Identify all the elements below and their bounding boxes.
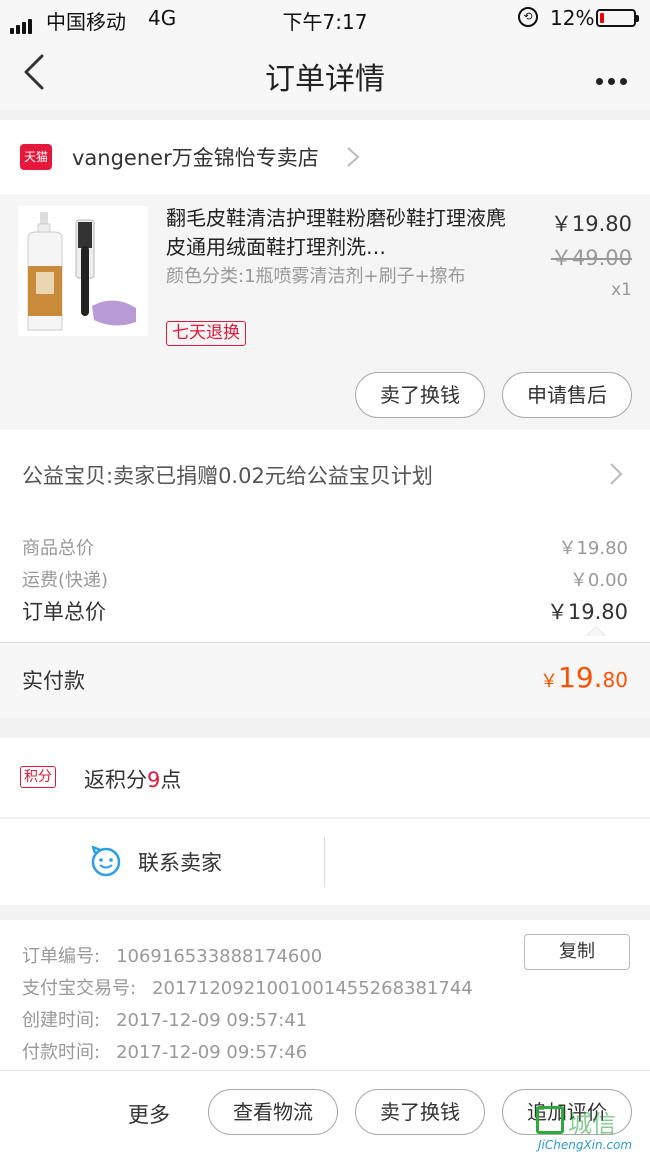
battery-percent: 12% [550,6,595,30]
chevron-right-icon [347,147,360,167]
product-image[interactable] [18,206,148,336]
order-total-value: ￥19.80 [546,600,628,624]
watermark-text: 城信 [568,1110,616,1138]
apply-aftersale-button[interactable]: 申请售后 [502,372,632,418]
chevron-right-icon [610,463,623,485]
product-title[interactable]: 翻毛皮鞋清洁护理鞋粉磨砂鞋打理液麂皮通用绒面鞋打理剂洗… [166,204,506,262]
rotation-lock-icon: ⟲ [518,7,538,27]
order-number-line: 订单编号: 106916533888174600 [22,942,322,968]
shipping-value: ￥0.00 [569,570,628,591]
order-number-label: 订单编号: [22,946,101,967]
goods-total-label: 商品总价 [22,538,94,559]
product-price: ￥19.80 [550,212,632,236]
view-logistics-button[interactable]: 查看物流 [208,1089,338,1135]
divider [324,837,325,887]
order-info: 订单编号: 106916533888174600 复制 支付宝交易号: 201712… [0,920,650,1070]
sell-for-cash-button[interactable]: 卖了换钱 [355,372,485,418]
product-image-graphic [27,212,136,331]
copy-button[interactable]: 复制 [524,934,630,970]
status-bar: 中国移动 4G 下午7:17 ⟲ 12% [0,0,650,36]
goods-total-value: ￥19.80 [558,538,628,559]
payment-integer: 19. [558,661,603,694]
watermark: 城信 JiChengXin.com [532,1104,650,1156]
battery-icon [596,9,639,27]
alipay-number-label: 支付宝交易号: [22,978,137,999]
contact-seller-label: 联系卖家 [138,851,222,875]
points-badge: 积分 [20,766,56,788]
alipay-number-value: 2017120921001001455268381744 [152,978,473,999]
original-price: ￥49.00 [550,246,632,270]
page-title: 订单详情 [265,62,385,97]
created-time-label: 创建时间: [22,1010,101,1031]
product-spec: 颜色分类:1瓶喷雾清洁剂+刷子+擦布 [166,266,466,287]
nav-bar: 订单详情 [0,36,650,110]
price-summary: 商品总价 ￥19.80 运费(快递) ￥0.00 订单总价 ￥19.80 [0,518,650,642]
points-row: 积分 返积分9点 [0,738,650,818]
return-policy-badge: 七天退换 [166,321,246,346]
sell-for-cash-button-bottom[interactable]: 卖了换钱 [355,1089,485,1135]
points-prefix: 返积分 [84,768,147,792]
shipping-label: 运费(快递) [22,570,109,591]
chat-face-icon [91,845,121,877]
watermark-logo-icon [536,1106,564,1134]
actual-payment-row: 实付款 ￥19.80 [0,642,650,718]
payment-currency: ￥ [540,671,559,692]
points-number: 9 [147,768,161,792]
order-total-label: 订单总价 [22,600,106,624]
order-number-value: 106916533888174600 [116,946,323,967]
actual-payment-label: 实付款 [22,669,85,693]
created-time-line: 创建时间: 2017-12-09 09:57:41 [22,1006,307,1032]
charity-text: 公益宝贝:卖家已捐赠0.02元给公益宝贝计划 [22,464,433,488]
more-dots-icon [596,70,632,89]
more-menu-button[interactable] [590,56,636,92]
alipay-number-line: 支付宝交易号: 2017120921001001455268381744 [22,974,473,1000]
points-suffix: 点 [160,768,182,792]
payment-decimal: 80 [602,668,628,692]
shop-row[interactable]: 天猫 vangener万金锦怡专卖店 [0,120,650,194]
created-time-value: 2017-12-09 09:57:41 [116,1010,308,1031]
paid-time-label: 付款时间: [22,1042,101,1063]
product-item[interactable]: 翻毛皮鞋清洁护理鞋粉磨砂鞋打理液麂皮通用绒面鞋打理剂洗… 颜色分类:1瓶喷雾清洁… [0,194,650,430]
contact-row: 联系卖家 [0,819,650,905]
paid-time-value: 2017-12-09 09:57:46 [116,1042,308,1063]
caret-pointer [586,626,606,636]
product-quantity: x1 [611,280,632,300]
charity-row[interactable]: 公益宝贝:卖家已捐赠0.02元给公益宝贝计划 [0,430,650,518]
watermark-url: JiChengXin.com [538,1138,633,1152]
actual-payment-value: ￥19.80 [540,661,628,694]
tmall-icon: 天猫 [20,144,52,170]
points-text: 返积分9点 [84,764,181,794]
shop-name[interactable]: vangener万金锦怡专卖店 [72,142,319,172]
more-actions-link[interactable]: 更多 [128,1099,170,1129]
paid-time-line: 付款时间: 2017-12-09 09:57:46 [22,1038,307,1064]
